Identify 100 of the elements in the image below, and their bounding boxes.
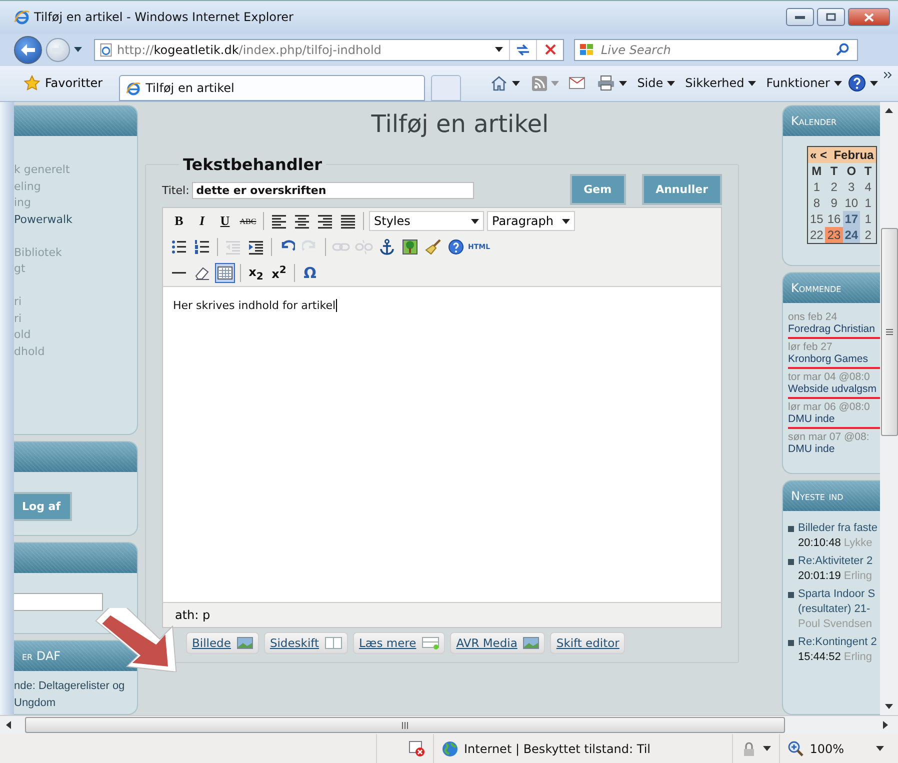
grip-icon — [402, 722, 408, 729]
maximize-button[interactable] — [817, 8, 845, 26]
calendar-day[interactable]: 9 — [825, 195, 843, 212]
print-icon[interactable] — [597, 75, 616, 92]
address-bar[interactable]: http://kogeatletik.dk/index.php/tilfoj-indhold — [94, 38, 564, 61]
chevron-icon[interactable] — [884, 72, 892, 80]
minimize-icon — [795, 16, 805, 19]
calendar-day[interactable]: 15 — [808, 211, 826, 228]
module-title: Kalender — [791, 114, 837, 128]
caret-icon[interactable] — [74, 47, 82, 52]
bold-button[interactable]: B — [169, 211, 189, 232]
calendar-day[interactable]: 10 — [842, 195, 860, 212]
scroll-down-icon[interactable] — [885, 704, 893, 710]
minimize-button[interactable] — [786, 8, 814, 26]
zoom-button[interactable]: 100% — [778, 734, 898, 763]
cleanup-button[interactable] — [423, 237, 443, 258]
menu-button[interactable]: Sikkerhed — [685, 76, 756, 90]
menu-button[interactable]: Funktioner — [766, 76, 842, 90]
bullet-list-icon — [171, 239, 187, 256]
caret-icon[interactable] — [748, 80, 756, 86]
mail-icon[interactable] — [569, 77, 586, 90]
caret-icon[interactable] — [471, 218, 479, 224]
subscript-button[interactable]: x$_{2}$ — [246, 263, 266, 284]
strike-button[interactable]: ABC — [238, 211, 258, 232]
scroll-left-icon[interactable] — [6, 721, 11, 730]
calendar-day[interactable]: 8 — [808, 195, 826, 212]
menu-link[interactable]: nde: Deltagerelister og — [14, 680, 125, 692]
calendar-day[interactable]: 3 — [842, 179, 860, 196]
scroll-right-icon[interactable] — [883, 721, 888, 730]
news-item[interactable]: Re:Kontingent 2 15:44:52 Erling — [798, 635, 877, 666]
editor-button[interactable]: Læs mere — [353, 632, 446, 654]
caret-icon[interactable] — [667, 80, 676, 86]
visualaid-button[interactable] — [215, 263, 235, 284]
editor-button[interactable]: AVR Media — [450, 632, 546, 654]
read-more-icon — [422, 636, 440, 650]
dropdown[interactable]: Paragraph — [487, 211, 575, 232]
element-path: ath: p — [175, 608, 210, 622]
anchor-button[interactable] — [377, 237, 397, 258]
caret-icon[interactable] — [834, 80, 842, 86]
dropdown[interactable]: Styles — [369, 211, 484, 232]
calendar-day[interactable]: 2 — [825, 179, 843, 196]
menu-link[interactable]: Powerwalk — [14, 212, 137, 228]
title-field[interactable]: dette er overskriften — [192, 182, 474, 200]
numbered-list-icon — [194, 239, 210, 256]
menu-button[interactable]: Side — [637, 76, 676, 90]
horizontal-scrollbar[interactable] — [0, 715, 898, 734]
caret-icon[interactable] — [870, 80, 878, 86]
news-item[interactable]: Sparta Indoor S (resultater) 21- Poul Svendsen — [798, 587, 876, 632]
calendar-day[interactable]: 4 — [860, 179, 877, 196]
caret-icon[interactable] — [495, 47, 503, 52]
underline-button[interactable]: U — [215, 211, 235, 232]
scroll-up-icon[interactable] — [885, 108, 893, 114]
italic-button[interactable]: I — [192, 211, 212, 232]
image-button[interactable] — [400, 237, 420, 258]
news-item[interactable]: Re:Aktiviteter 2 20:01:19 Erling — [798, 554, 873, 584]
calendar-day[interactable]: 23 — [825, 227, 843, 244]
calendar-nav[interactable]: « < — [810, 148, 828, 162]
help-button[interactable] — [446, 237, 466, 258]
menu-link[interactable]: Ungdom — [14, 697, 56, 710]
event-link[interactable]: DMU inde — [788, 413, 835, 426]
home-icon[interactable] — [490, 75, 508, 92]
favorites-button[interactable]: Favoritter — [20, 72, 107, 94]
search-field[interactable]: Live Search — [574, 38, 858, 61]
calendar-day[interactable]: 24 — [842, 227, 860, 244]
editor-button[interactable]: Billede — [186, 632, 259, 654]
calendar-day[interactable]: 1 — [860, 211, 877, 228]
symbol-button[interactable]: Ω — [300, 263, 320, 284]
caret-icon[interactable] — [562, 218, 570, 224]
superscript-button[interactable]: x$^{2}$ — [269, 263, 289, 284]
calendar-day[interactable]: 2 — [860, 227, 877, 244]
input-field[interactable] — [14, 593, 103, 612]
editor-button[interactable]: Sideskift — [264, 632, 348, 654]
caret-icon[interactable] — [619, 80, 628, 86]
calendar-day[interactable]: 16 — [825, 211, 843, 228]
broom-icon — [425, 239, 441, 256]
calendar-day[interactable]: 17 — [842, 211, 860, 228]
vertical-scrollbar[interactable] — [880, 102, 898, 716]
browser-tab[interactable]: Tilføj en artikel — [118, 75, 425, 102]
calendar-day[interactable]: 1 — [860, 195, 877, 212]
event-link[interactable]: Kronborg Games — [788, 353, 868, 366]
event-date: ons feb 24 — [788, 311, 838, 324]
weekday-label: T — [860, 163, 877, 180]
event-link[interactable]: Foredrag Christian — [788, 323, 875, 336]
help-icon[interactable] — [848, 74, 866, 92]
feed-icon[interactable] — [532, 76, 548, 91]
module-title: Kommende — [791, 281, 842, 296]
event-link[interactable]: DMU inde — [788, 443, 835, 456]
justify-icon — [340, 213, 356, 230]
calendar-day[interactable]: 1 — [808, 179, 826, 196]
editor-text-area[interactable]: Her skrives indhold for artikel — [163, 286, 721, 602]
caret-icon[interactable] — [876, 746, 884, 752]
back-button[interactable] — [14, 36, 42, 64]
search-icon[interactable] — [836, 43, 849, 56]
close-button[interactable] — [848, 8, 890, 26]
calendar-day[interactable]: 22 — [808, 227, 826, 244]
news-item[interactable]: Billeder fra faste 20:10:48 Lykke — [798, 521, 878, 552]
caret-icon[interactable] — [512, 80, 520, 86]
caret-icon[interactable] — [762, 746, 771, 752]
event-link[interactable]: Webside udvalgsm — [788, 383, 877, 396]
editor-button[interactable]: Skift editor — [550, 632, 626, 654]
